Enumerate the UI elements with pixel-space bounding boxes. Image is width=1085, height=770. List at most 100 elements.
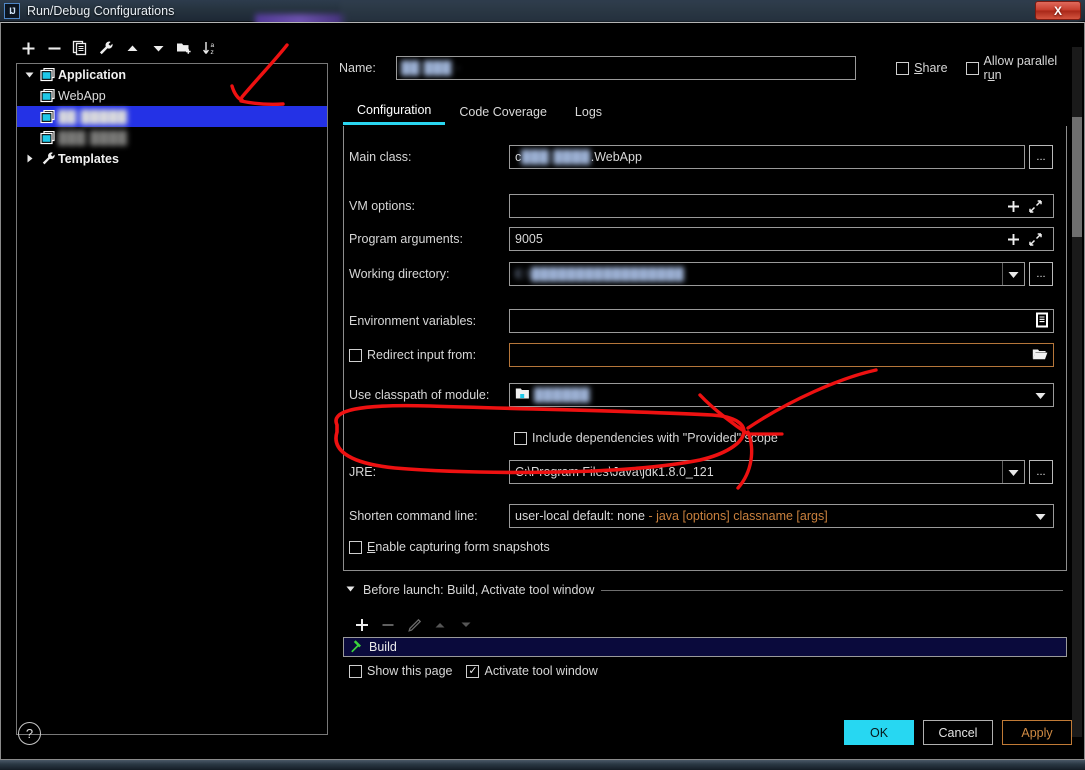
activate-tool-window-checkbox[interactable]: [466, 664, 480, 678]
tab-configuration[interactable]: Configuration: [343, 98, 446, 125]
name-row: Name: ██ ███ · Share Allow parallel run: [339, 54, 1077, 82]
use-classpath-of-module-dropdown-button[interactable]: [1027, 384, 1053, 406]
working-directory-dropdown-button[interactable]: [1002, 263, 1024, 285]
remove-configuration-button[interactable]: [41, 36, 67, 60]
shorten-command-line-value: user-local default: none: [515, 509, 645, 523]
jre-browse-button[interactable]: ...: [1029, 460, 1053, 484]
move-up-button[interactable]: [119, 36, 145, 60]
before-launch-task-label: Build: [369, 640, 397, 654]
ok-button[interactable]: OK: [844, 720, 914, 745]
remove-task-button: [375, 613, 401, 637]
configuration-editor-panel: Name: ██ ███ · Share Allow parallel run …: [339, 35, 1077, 738]
working-directory-input[interactable]: E:\█████████████████: [509, 262, 1025, 286]
expand-editor-icon: [1029, 232, 1042, 246]
expand-arrow-right-icon[interactable]: [21, 153, 38, 164]
tab-code-coverage[interactable]: Code Coverage: [445, 98, 561, 125]
module-icon: [515, 387, 530, 403]
svg-text:a: a: [210, 42, 214, 49]
main-class-input[interactable]: c███ ████.WebApp: [509, 145, 1025, 169]
run-configuration-icon: [38, 88, 58, 103]
before-launch-collapse-icon[interactable]: [345, 583, 356, 597]
tree-item-label: Application: [58, 67, 127, 82]
use-classpath-of-module-combobox[interactable]: ██████: [509, 383, 1054, 407]
tree-item-label: ███ ████: [58, 130, 128, 145]
program-arguments-inline-actions[interactable]: [1007, 232, 1048, 246]
include-provided-scope-checkbox[interactable]: [514, 431, 527, 445]
add-task-button[interactable]: [349, 613, 375, 637]
configurations-tree[interactable]: Application WebApp ██ █████ ███ ████ Tem…: [16, 63, 328, 735]
help-button[interactable]: ?: [18, 722, 41, 745]
add-configuration-button[interactable]: [15, 36, 41, 60]
main-class-browse-button[interactable]: ...: [1029, 145, 1053, 169]
enable-capturing-checkbox[interactable]: [349, 540, 362, 554]
include-provided-scope-row[interactable]: Include dependencies with "Provided" sco…: [514, 426, 778, 450]
activate-tool-window-label: Activate tool window: [484, 664, 598, 678]
tree-item-application[interactable]: Application: [17, 64, 327, 85]
vm-options-inline-actions[interactable]: [1007, 199, 1048, 213]
close-icon[interactable]: X: [1035, 1, 1081, 20]
shorten-command-line-dropdown-button[interactable]: [1027, 505, 1053, 527]
main-class-value: c███ ████.WebApp: [515, 150, 642, 164]
tree-item-label: ██ █████: [58, 109, 128, 124]
editor-tabs: Configuration Code Coverage Logs: [339, 95, 1077, 125]
before-launch-task-build[interactable]: Build: [343, 637, 1067, 657]
sort-alphabetically-button[interactable]: a z: [197, 36, 223, 60]
application-group-icon: [38, 67, 58, 82]
vm-options-input[interactable]: [509, 194, 1054, 218]
tree-item-webapp[interactable]: WebApp: [17, 85, 327, 106]
new-folder-button[interactable]: [171, 36, 197, 60]
environment-variables-input[interactable]: [509, 309, 1054, 333]
tree-item-configuration-3[interactable]: ███ ████: [17, 127, 327, 148]
insert-macro-plus-icon: [1008, 200, 1019, 212]
share-label: Share: [914, 61, 948, 75]
show-this-page-checkbox-row[interactable]: Show this page: [349, 664, 452, 678]
shorten-command-line-row: Shorten command line: user-local default…: [349, 504, 1054, 528]
enable-capturing-label: Enable capturing form snapshots: [367, 540, 550, 554]
cancel-button[interactable]: Cancel: [923, 720, 993, 745]
before-launch-section-header[interactable]: Before launch: Build, Activate tool wind…: [345, 583, 1063, 597]
show-this-page-checkbox[interactable]: [349, 664, 362, 678]
share-checkbox-row[interactable]: Share: [896, 61, 948, 75]
dialog-vertical-scrollbar[interactable]: [1072, 47, 1082, 737]
enable-capturing-checkbox-row[interactable]: Enable capturing form snapshots: [349, 540, 550, 554]
desktop-background: IJ Run/Debug Configurations X a z Applic…: [0, 0, 1085, 770]
hammer-icon: [349, 639, 363, 656]
move-down-button[interactable]: [145, 36, 171, 60]
shorten-command-line-combobox[interactable]: user-local default: none - java [options…: [509, 504, 1054, 528]
program-arguments-label: Program arguments:: [349, 232, 463, 246]
svg-text:z: z: [210, 49, 213, 56]
enable-capturing-form-snapshots-row[interactable]: Enable capturing form snapshots: [349, 535, 550, 559]
redirect-input-field[interactable]: [509, 343, 1054, 367]
include-provided-scope-checkbox-row[interactable]: Include dependencies with "Provided" sco…: [514, 431, 778, 445]
allow-parallel-run-checkbox-row[interactable]: Allow parallel run: [965, 54, 1077, 82]
tree-item-templates[interactable]: Templates: [17, 148, 327, 169]
jre-combobox[interactable]: C:\Program Files\Java\jdk1.8.0_121: [509, 460, 1025, 484]
edit-templates-wrench-icon[interactable]: [93, 36, 119, 60]
intellij-idea-icon: IJ: [4, 2, 20, 19]
name-input-value: ██ ███ ·: [401, 61, 461, 75]
program-arguments-value: 9005: [515, 232, 543, 246]
redirect-input-row: Redirect input from:: [349, 343, 1054, 367]
tree-item-selected-configuration[interactable]: ██ █████: [17, 106, 327, 127]
tab-logs[interactable]: Logs: [561, 98, 616, 125]
expand-arrow-down-icon[interactable]: [21, 69, 38, 80]
wrench-icon: [38, 151, 58, 166]
window-title: Run/Debug Configurations: [27, 3, 175, 18]
copy-configuration-button[interactable]: [67, 36, 93, 60]
name-input[interactable]: ██ ███ ·: [396, 56, 857, 80]
program-arguments-input[interactable]: 9005: [509, 227, 1054, 251]
folder-open-icon[interactable]: [1032, 347, 1048, 364]
dialog-buttons: OK Cancel Apply: [844, 720, 1072, 745]
scrollbar-thumb[interactable]: [1072, 117, 1082, 237]
run-configuration-icon: [38, 109, 58, 124]
env-editor-icon[interactable]: [1035, 312, 1049, 331]
redirect-input-checkbox-row[interactable]: Redirect input from:: [349, 348, 509, 362]
apply-button[interactable]: Apply: [1002, 720, 1072, 745]
redirect-input-checkbox[interactable]: [349, 348, 362, 362]
activate-tool-window-checkbox-row[interactable]: Activate tool window: [466, 664, 598, 678]
include-provided-scope-label: Include dependencies with "Provided" sco…: [532, 431, 778, 445]
working-directory-browse-button[interactable]: ...: [1029, 262, 1053, 286]
allow-parallel-run-checkbox[interactable]: [965, 61, 979, 75]
share-checkbox[interactable]: [896, 61, 910, 75]
jre-dropdown-button[interactable]: [1002, 461, 1024, 483]
